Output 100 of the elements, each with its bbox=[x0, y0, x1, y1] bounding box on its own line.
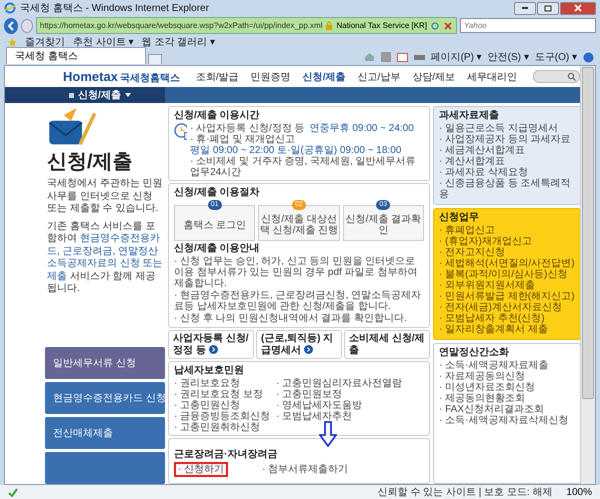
url-text: https://hometax.go.kr/websquare/websquare.wsp?w2xPath=/ui/pp/index_pp.xml bbox=[40, 21, 322, 30]
step-label: 신청/제출 대상선택 신청/제출 진행 bbox=[259, 214, 339, 236]
nav-menu-item[interactable]: 신청/제출 bbox=[302, 70, 346, 84]
shortcut-card[interactable]: 소비제세 신청/제출 bbox=[344, 330, 430, 359]
link-item[interactable]: · 권리보호요청 보정 bbox=[174, 389, 263, 400]
hours-value: 평일 09:00 ~ 22:00 토·일(공휴일) 09:00 ~ 18:00 bbox=[190, 145, 402, 156]
link-item[interactable]: · 세법해석(서면질의/사전답변) bbox=[439, 258, 575, 269]
window-title: 국세청 홈택스 - Windows Internet Explorer bbox=[20, 2, 210, 15]
link-item[interactable]: · 소득·세액공제자료삭제신청 bbox=[439, 415, 568, 426]
step-label: 홈택스 로그인 bbox=[183, 220, 246, 230]
panel-title: 근로장려금·자녀장려금 bbox=[174, 449, 278, 461]
command-menu-button[interactable]: 도구(O) ▾ bbox=[534, 50, 577, 64]
service-description: 기존 홈택스 서비스를 포함하여 현금영수증전용카드, 근로장려금, 연말정산소득공제자료의 신청 또는 제출 서비스가 함께 제공됩니다. bbox=[47, 220, 164, 296]
link-item[interactable]: · 모범납세자 추천(신청) bbox=[439, 313, 545, 324]
clock-calendar-icon bbox=[174, 123, 188, 140]
side-menu-button[interactable]: 현금영수증전용카드 신청 bbox=[45, 382, 165, 414]
side-menu-button[interactable]: 일반세무서류 신청 bbox=[45, 347, 165, 379]
panel-title: 신청/제출 이용시간 bbox=[174, 110, 261, 122]
link-item[interactable]: · 고충민원보정 bbox=[276, 389, 342, 400]
panel-title: 연말정산간소화 bbox=[439, 347, 509, 359]
browser-tab[interactable]: 국세청 홈택스 bbox=[6, 47, 146, 64]
link-item[interactable]: · 민원서류발급 제한(해지신고) bbox=[439, 291, 575, 302]
nav-menu-item[interactable]: 상담/제보 bbox=[412, 70, 456, 84]
hours-value: 연중무휴 09:00 ~ 24:00 bbox=[310, 123, 414, 134]
link-item[interactable]: · 신청하기 bbox=[174, 462, 228, 477]
maximize-button[interactable] bbox=[537, 2, 559, 14]
caret-icon bbox=[124, 93, 131, 97]
star-icon[interactable] bbox=[8, 38, 17, 46]
nav-menu-item[interactable]: 민원증명 bbox=[250, 70, 291, 84]
guide-item: · 신청 업무는 승인, 허가, 신고 등의 민원을 인터넷으로 이용 첨부서류가 있는 민원의 경우 pdf 파일로 첨부하여 제출합니다. bbox=[174, 256, 418, 289]
link-item[interactable]: · FAX신청처리결과조회 bbox=[439, 404, 544, 415]
link-item[interactable]: · 과세자료 삭제요청 bbox=[439, 167, 528, 178]
command-menu-button[interactable]: 안전(S) ▾ bbox=[488, 50, 529, 64]
shortcut-card[interactable]: (근로,퇴직등) 지급명세서 bbox=[256, 330, 342, 359]
address-field[interactable]: https://hometax.go.kr/websquare/websquare.wsp?w2xPath=/ui/pp/index_pp.xml National Tax Service [KR] bbox=[36, 17, 458, 34]
new-tab-button[interactable] bbox=[148, 54, 162, 64]
link-item[interactable]: · 일자리창출계획서 제출 bbox=[439, 324, 548, 335]
link-item[interactable]: · 고충민원취하신청 bbox=[174, 422, 260, 433]
link-item[interactable]: · (휴업자)재개업신고 bbox=[439, 236, 532, 247]
intro-text: 국세청에서 주관하는 민원사무를 인터넷으로 신청 또는 제출할 수 있습니다. bbox=[47, 178, 164, 216]
link-item[interactable]: · 휴폐업신고 bbox=[439, 225, 496, 236]
shortcut-card[interactable]: 사업자등록 신청/정정 등 bbox=[168, 330, 254, 359]
minimize-icon bbox=[521, 7, 529, 9]
link-item[interactable]: · 금융증빙등조회신청 bbox=[174, 411, 270, 422]
arrow-circle-icon bbox=[304, 344, 313, 354]
link-item[interactable]: · 권리보호요청 bbox=[174, 378, 240, 389]
stop-icon[interactable] bbox=[443, 20, 454, 30]
arrow-circle-icon bbox=[208, 344, 218, 354]
link-item[interactable]: · 고충민원신청 bbox=[174, 400, 240, 411]
link-item[interactable]: · 자료제공동의신청 bbox=[439, 371, 526, 382]
panel-title: 신청업무 bbox=[439, 212, 479, 224]
check-icon bbox=[8, 488, 18, 496]
status-text: 신뢰할 수 있는 사이트 | 보호 모드: 해제 bbox=[378, 486, 552, 499]
link-item[interactable]: · 고충민원심리자료사전열람 bbox=[276, 378, 402, 389]
link-item[interactable]: · 전자(세금)계산서자료신청 bbox=[439, 302, 562, 313]
step-label: 신청/제출 결과확인 bbox=[344, 214, 422, 236]
link-item[interactable]: · 외부위원지원서제출 bbox=[439, 280, 536, 291]
forward-button[interactable] bbox=[20, 18, 33, 32]
link-item[interactable]: · 사업장제공자 등의 과세자료 bbox=[439, 134, 571, 145]
favorites-bar-link[interactable]: 웹 조각 갤러리 ▾ bbox=[142, 35, 215, 49]
nav-menu-item[interactable]: 조회/발급 bbox=[196, 70, 239, 84]
browser-logo-icon bbox=[4, 2, 16, 14]
site-search-field[interactable] bbox=[533, 70, 580, 83]
mail-icon[interactable] bbox=[396, 52, 408, 62]
search-field[interactable]: Yahoo bbox=[460, 18, 596, 33]
guide-item: · 신청 후 나의 민원신청내역에서 결과를 확인합니다. bbox=[174, 313, 408, 324]
command-menu-button[interactable]: 페이지(P) ▾ bbox=[430, 50, 482, 64]
favorites-bar-link[interactable]: 추천 사이트 ▾ bbox=[73, 35, 134, 49]
breadcrumb-menu[interactable]: 신청/제출 bbox=[69, 88, 131, 102]
link-item[interactable]: · 불복(과적/이의/심사등)신청 bbox=[439, 269, 568, 280]
close-button[interactable] bbox=[560, 2, 596, 14]
link-item[interactable]: · 모범납세자추천 bbox=[276, 411, 352, 422]
close-icon bbox=[574, 4, 582, 12]
link-item[interactable]: · 미성년자료조회신청 bbox=[439, 382, 536, 393]
search-icon[interactable] bbox=[567, 72, 576, 81]
nav-menu-item[interactable]: 세무대리인 bbox=[467, 70, 518, 84]
zoom-button[interactable]: 100% bbox=[566, 486, 592, 498]
link-item[interactable]: · 계산서합계표 bbox=[439, 156, 506, 167]
side-menu-button[interactable]: 전산매체제출 bbox=[45, 417, 165, 449]
hometax-logo[interactable]: Hometax 국세청홈택스 bbox=[63, 68, 180, 84]
lock-icon bbox=[325, 21, 334, 30]
back-button[interactable] bbox=[4, 18, 18, 34]
link-item[interactable]: · 제공동의현황조회 bbox=[439, 393, 526, 404]
link-item[interactable]: · 소득·세액공제자료제출 bbox=[439, 360, 548, 371]
link-item[interactable]: · 첨부서류제출하기 bbox=[258, 462, 352, 477]
panel-title: 신청/제출 이용절차 bbox=[174, 187, 261, 199]
maximize-icon bbox=[544, 4, 552, 12]
link-item[interactable]: · 신종금융상품 등 조세특례적용 bbox=[439, 178, 575, 200]
hours-label: · 소비제세 및 거주자 증명, 국제세원, 일반세무서류 업무24시간 bbox=[190, 156, 417, 178]
certificate-label: National Tax Service [KR] bbox=[336, 21, 428, 30]
panel-title: 과세자료제출 bbox=[439, 110, 499, 122]
favorites-button[interactable]: 즐겨찾기 bbox=[25, 35, 65, 49]
link-item[interactable]: · 영세납세자도움방 bbox=[276, 400, 362, 411]
nav-menu-item[interactable]: 신고/납부 bbox=[357, 70, 400, 84]
link-item[interactable]: · 일용근로소득 지급명세서 bbox=[439, 123, 558, 134]
link-item[interactable]: · 세금계산서합계표 bbox=[439, 145, 526, 156]
hours-label: · 사업자등록 신청/정정 등 bbox=[190, 123, 305, 134]
link-item[interactable]: · 전자고지신청 bbox=[439, 247, 506, 258]
scrollbar[interactable] bbox=[580, 66, 595, 484]
minimize-button[interactable] bbox=[514, 2, 536, 14]
